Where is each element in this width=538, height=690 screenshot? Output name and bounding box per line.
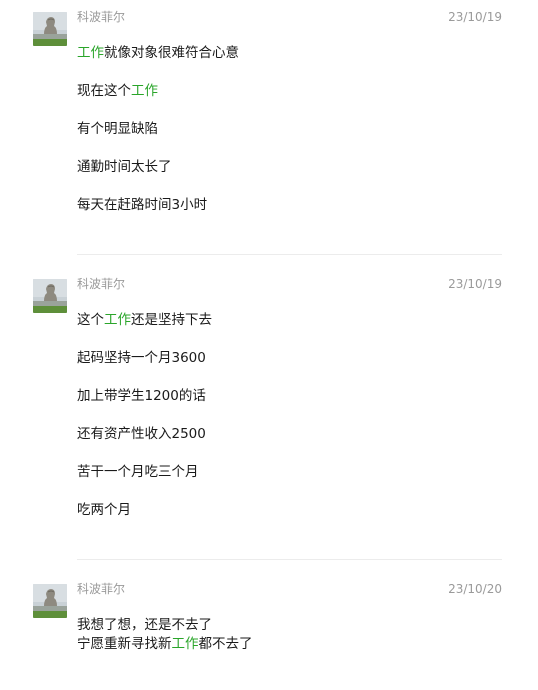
message-divider (77, 559, 502, 560)
message-line: 吃两个月 (77, 501, 131, 520)
message-line: 通勤时间太长了 (77, 158, 172, 177)
message-line: 起码坚持一个月3600 (77, 349, 206, 368)
sender-name: 科波菲尔 (77, 10, 126, 24)
text-segment: 通勤时间太长了 (77, 159, 172, 175)
text-segment: 我想了想，还是不去了 (77, 617, 212, 633)
message-date: 23/10/19 (448, 10, 502, 24)
message-line: 这个工作还是坚持下去 (77, 311, 212, 330)
text-segment: 现在这个 (77, 83, 131, 99)
message-line: 苦干一个月吃三个月 (77, 463, 199, 482)
text-segment: 就像对象很难符合心意 (104, 45, 239, 61)
avatar[interactable] (33, 584, 67, 618)
keyword-highlight: 工作 (77, 45, 104, 61)
statue-photo-icon (33, 584, 67, 618)
text-segment: 这个 (77, 312, 104, 328)
avatar[interactable] (33, 279, 67, 313)
sender-name: 科波菲尔 (77, 277, 126, 291)
message-line: 还有资产性收入2500 (77, 425, 206, 444)
message-feed: 科波菲尔 23/10/19 工作就像对象很难符合心意 现在这个工作 有个明显缺陷… (0, 0, 538, 690)
message-line: 加上带学生1200的话 (77, 387, 206, 406)
text-segment: 每天在赶路时间3小时 (77, 197, 208, 213)
keyword-highlight: 工作 (131, 83, 158, 99)
keyword-highlight: 工作 (171, 636, 199, 652)
text-segment: 都不去了 (198, 636, 253, 652)
message-date: 23/10/20 (448, 582, 502, 596)
message-line: 宁愿重新寻找新工作都不去了 (77, 635, 253, 654)
text-segment: 还是坚持下去 (131, 312, 212, 328)
text-segment: 起码坚持一个月3600 (77, 350, 206, 366)
message-line: 每天在赶路时间3小时 (77, 196, 207, 215)
avatar[interactable] (33, 12, 67, 46)
message-line: 工作就像对象很难符合心意 (77, 44, 239, 63)
message-line: 有个明显缺陷 (77, 120, 158, 139)
text-segment: 有个明显缺陷 (77, 121, 158, 137)
message-date: 23/10/19 (448, 277, 502, 291)
text-segment: 加上带学生1200的话 (77, 388, 206, 404)
message-line: 我想了想，还是不去了 (77, 616, 212, 635)
text-segment: 还有资产性收入2500 (77, 426, 206, 442)
sender-name: 科波菲尔 (77, 582, 126, 596)
text-segment: 吃两个月 (77, 502, 131, 518)
message-divider (77, 254, 502, 255)
statue-photo-icon (33, 279, 67, 313)
statue-photo-icon (33, 12, 67, 46)
text-segment: 宁愿重新寻找新 (77, 636, 172, 652)
text-segment: 苦干一个月吃三个月 (77, 464, 199, 480)
message-line: 现在这个工作 (77, 82, 158, 101)
keyword-highlight: 工作 (104, 312, 131, 328)
